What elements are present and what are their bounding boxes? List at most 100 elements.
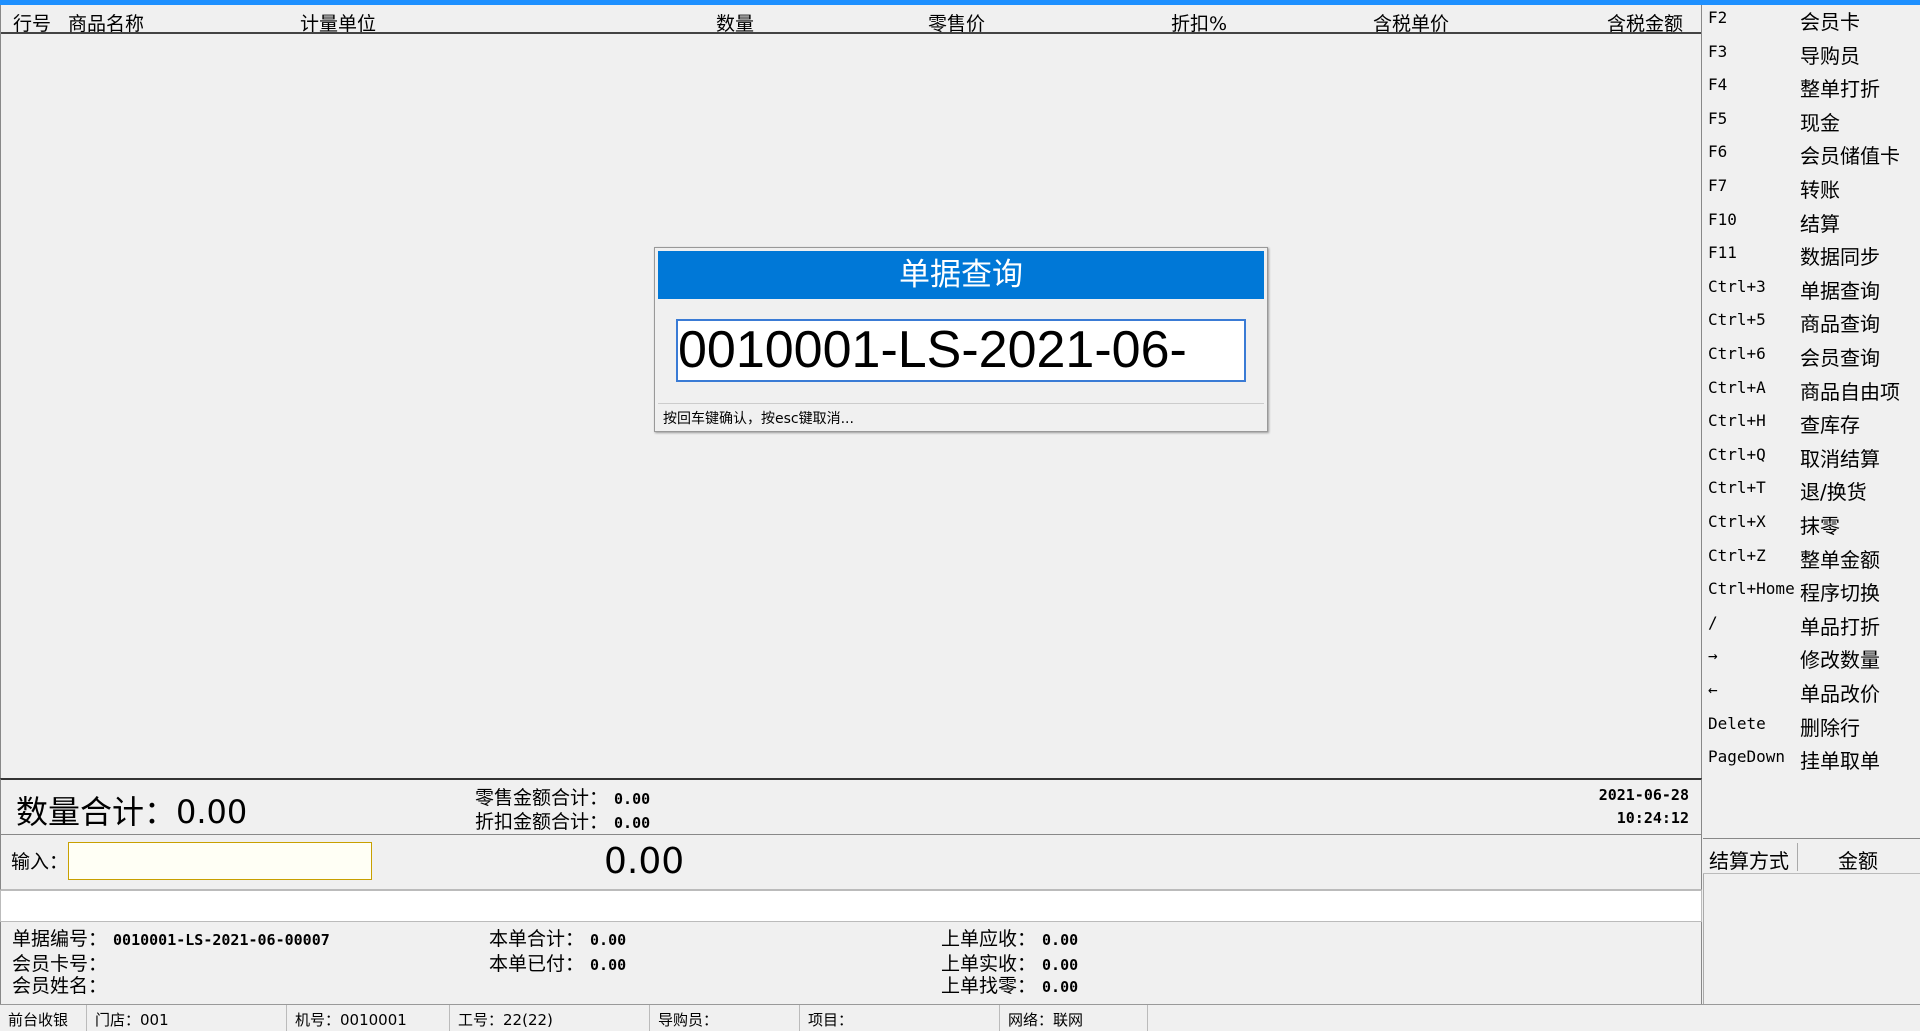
- shortcut-row[interactable]: F2 会员卡: [1708, 6, 1920, 40]
- status-network: 网络：联网: [1000, 1005, 1148, 1031]
- shortcut-label: 查库存: [1800, 413, 1860, 438]
- message-row: [0, 890, 1702, 922]
- shortcut-label: 删除行: [1800, 715, 1860, 740]
- shortcut-key: Ctrl+Home: [1708, 579, 1795, 599]
- shortcut-label: 商品自由项: [1800, 379, 1900, 404]
- current-date: 2021-06-28: [1598, 786, 1689, 804]
- bill-paid: 本单已付： 0.00: [489, 949, 626, 976]
- shortcut-row[interactable]: ← 单品改价: [1708, 678, 1920, 712]
- shortcut-key: Ctrl+X: [1708, 512, 1766, 531]
- header-divider: [1797, 843, 1798, 871]
- bill-number-query-input[interactable]: 0010001-LS-2021-06-: [676, 319, 1246, 382]
- discount-total-label: 折扣金额合计：: [475, 811, 609, 833]
- bill-number-label: 单据编号：: [12, 928, 108, 950]
- retail-total: 零售金额合计： 0.00: [475, 783, 650, 810]
- column-header-tax-amount[interactable]: 含税金额: [1607, 9, 1683, 36]
- dialog-hint: 按回车键确认，按esc键取消...: [658, 403, 1264, 429]
- shortcut-row[interactable]: F10 结算: [1708, 208, 1920, 242]
- shortcut-row[interactable]: → 修改数量: [1708, 644, 1920, 678]
- shortcut-label: 修改数量: [1800, 648, 1880, 673]
- prev-change-value: 0.00: [1042, 978, 1079, 996]
- shortcut-row[interactable]: Ctrl+X 抹零: [1708, 510, 1920, 544]
- payment-table-body[interactable]: [1703, 874, 1920, 1004]
- shortcut-row[interactable]: F4 整单打折: [1708, 73, 1920, 107]
- shortcut-label: 数据同步: [1800, 245, 1880, 270]
- shortcut-key: F3: [1708, 41, 1728, 61]
- prev-change-label: 上单找零：: [941, 975, 1037, 997]
- prev-change: 上单找零： 0.00: [941, 971, 1078, 998]
- column-header-tax-unit-price[interactable]: 含税单价: [1373, 9, 1449, 36]
- discount-total: 折扣金额合计： 0.00: [475, 807, 650, 834]
- shortcut-key: →: [1708, 646, 1718, 666]
- column-header-row-no[interactable]: 行号: [13, 9, 51, 36]
- column-header-retail-price[interactable]: 零售价: [928, 9, 985, 36]
- payment-method-header: 结算方式: [1709, 849, 1789, 873]
- shortcut-row[interactable]: F11 数据同步: [1708, 241, 1920, 275]
- column-header-product-name[interactable]: 商品名称: [68, 9, 144, 36]
- shortcut-row[interactable]: Ctrl+6 会员查询: [1708, 342, 1920, 376]
- shortcut-row[interactable]: F5 现金: [1708, 107, 1920, 141]
- payment-amount-header: 金额: [1838, 849, 1878, 873]
- shortcut-key: Delete: [1708, 713, 1766, 733]
- shortcut-key: Ctrl+T: [1708, 478, 1766, 498]
- shortcut-row[interactable]: Ctrl+H 查库存: [1708, 409, 1920, 443]
- shortcut-label: 整单金额: [1800, 547, 1880, 572]
- shortcut-label: 会员卡: [1800, 10, 1860, 34]
- totals-bar: 数量合计：0.00 零售金额合计： 0.00 折扣金额合计： 0.00 2021-0…: [0, 778, 1702, 835]
- current-amount: 0.00: [604, 841, 685, 882]
- shortcut-label: 退/换货: [1800, 480, 1867, 505]
- shortcut-label: 取消结算: [1800, 446, 1880, 471]
- shortcut-label: 单据查询: [1800, 278, 1880, 303]
- status-store: 门店：001: [87, 1005, 287, 1031]
- status-worker: 工号：22(22): [450, 1005, 650, 1031]
- shortcut-key: F10: [1708, 209, 1737, 229]
- shortcut-key: Ctrl+H: [1708, 411, 1766, 431]
- current-time: 10:24:12: [1616, 809, 1689, 827]
- barcode-input[interactable]: [68, 842, 372, 880]
- column-header-unit[interactable]: 计量单位: [300, 9, 376, 36]
- shortcut-key: Ctrl+A: [1708, 377, 1766, 397]
- shortcut-row[interactable]: Ctrl+T 退/换货: [1708, 476, 1920, 510]
- shortcut-row[interactable]: PageDown 挂单取单: [1708, 745, 1920, 779]
- shortcut-key: Ctrl+6: [1708, 344, 1766, 363]
- dialog-title: 单据查询: [658, 251, 1264, 299]
- shortcut-row[interactable]: Delete 删除行: [1708, 712, 1920, 746]
- shortcut-row[interactable]: Ctrl+A 商品自由项: [1708, 376, 1920, 410]
- input-label: 输入：: [11, 851, 69, 873]
- column-header-quantity[interactable]: 数量: [716, 9, 754, 36]
- shortcut-label: 整单打折: [1800, 77, 1880, 102]
- shortcut-label: 转账: [1800, 178, 1840, 202]
- bill-total-label: 本单合计：: [489, 928, 585, 950]
- shortcut-row[interactable]: F3 导购员: [1708, 40, 1920, 74]
- shortcut-row[interactable]: / 单品打折: [1708, 611, 1920, 645]
- bill-paid-label: 本单已付：: [489, 953, 585, 975]
- discount-total-value: 0.00: [614, 814, 651, 832]
- shortcut-key: Ctrl+5: [1708, 310, 1766, 330]
- shortcut-label: 单品改价: [1800, 682, 1880, 706]
- shortcut-key: PageDown: [1708, 747, 1786, 767]
- shortcut-key: Ctrl+3: [1708, 276, 1766, 296]
- shortcut-key: Ctrl+Q: [1708, 444, 1766, 464]
- shortcut-row[interactable]: Ctrl+Z 整单金额: [1708, 544, 1920, 578]
- shortcut-row[interactable]: Ctrl+Home 程序切换: [1708, 577, 1920, 611]
- bill-total-value: 0.00: [590, 931, 627, 949]
- retail-total-value: 0.00: [614, 790, 651, 808]
- status-guide: 导购员：: [650, 1005, 800, 1031]
- bill-number-value: 0010001-LS-2021-06-00007: [113, 931, 330, 949]
- grid-header: 行号 商品名称 计量单位 数量 零售价 折扣% 含税单价 含税金额: [1, 5, 1701, 36]
- column-header-discount[interactable]: 折扣%: [1171, 9, 1227, 36]
- shortcut-row[interactable]: F6 会员储值卡: [1708, 140, 1920, 174]
- bill-info: 单据编号： 0010001-LS-2021-06-00007 会员卡号： 会员姓名…: [0, 922, 1702, 1004]
- shortcut-row[interactable]: Ctrl+5 商品查询: [1708, 308, 1920, 342]
- bill-number: 单据编号： 0010001-LS-2021-06-00007: [12, 924, 330, 951]
- shortcut-key: F6: [1708, 142, 1728, 162]
- shortcut-key: ←: [1708, 680, 1718, 699]
- shortcut-row[interactable]: Ctrl+Q 取消结算: [1708, 443, 1920, 477]
- bill-query-dialog[interactable]: 单据查询 0010001-LS-2021-06- 按回车键确认，按esc键取消.…: [654, 247, 1268, 432]
- prev-due: 上单应收： 0.00: [941, 924, 1078, 951]
- shortcut-row[interactable]: F7 转账: [1708, 174, 1920, 208]
- shortcut-row[interactable]: Ctrl+3 单据查询: [1708, 275, 1920, 309]
- query-input-text[interactable]: 0010001-LS-2021-06-: [678, 321, 1187, 379]
- shortcut-key: F5: [1708, 108, 1728, 128]
- shortcut-label: 导购员: [1800, 43, 1860, 68]
